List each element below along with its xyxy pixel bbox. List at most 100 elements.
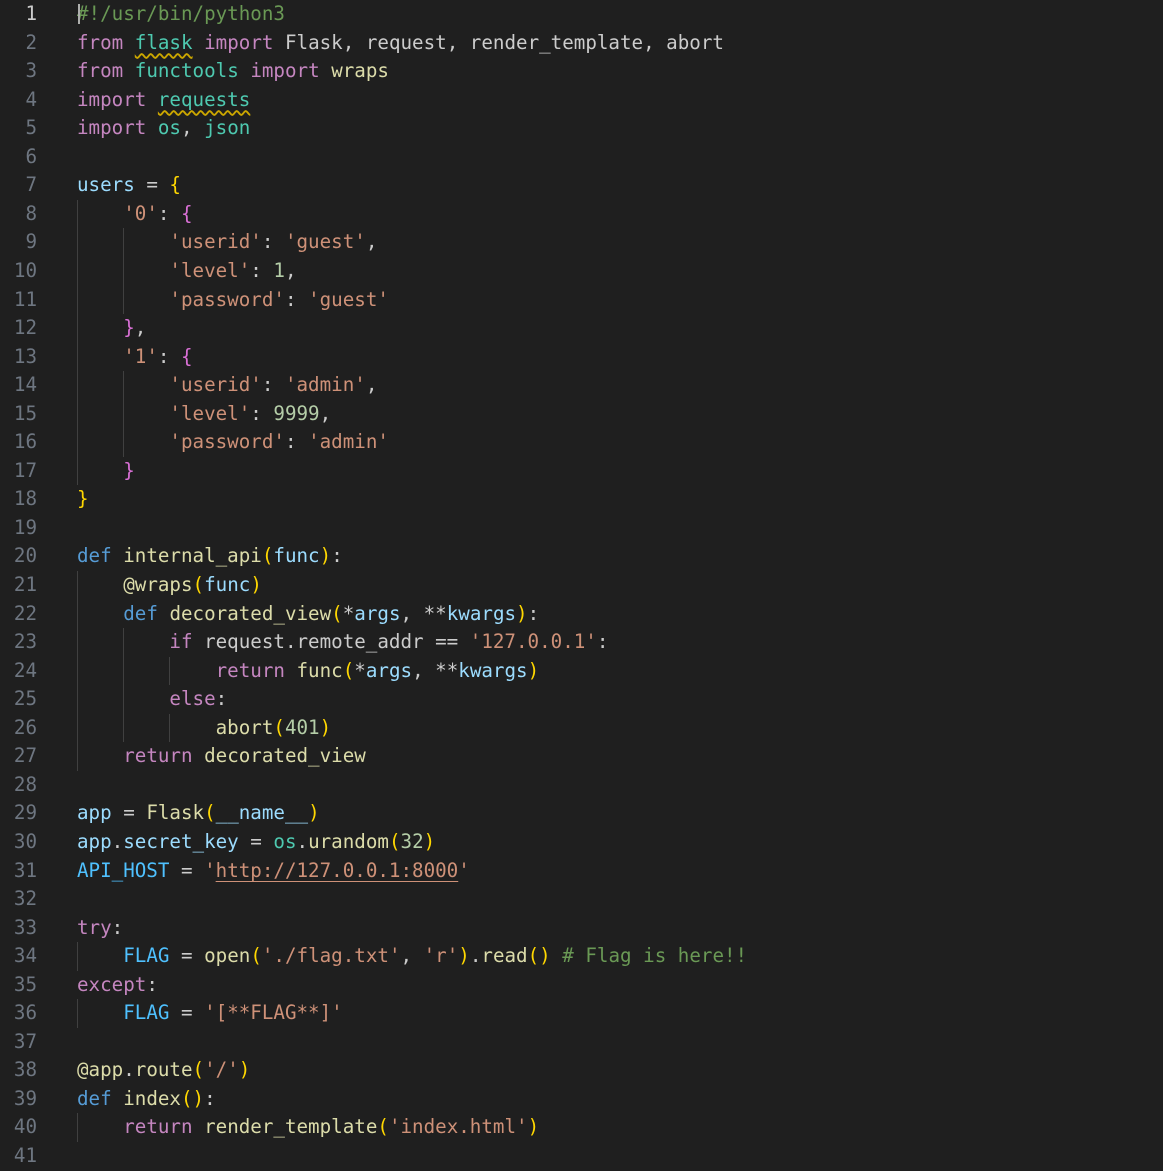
code-line[interactable]: 20 def internal_api(func): [0, 542, 1163, 571]
code-line[interactable]: 35 except: [0, 971, 1163, 1000]
code-line[interactable]: 22 def decorated_view(*args, **kwargs): [0, 600, 1163, 629]
code-token: , [319, 401, 332, 425]
code-line[interactable]: 12 }, [0, 314, 1163, 343]
code-line[interactable]: 19 [0, 514, 1163, 543]
code-line[interactable]: 15 'level': 9999, [0, 400, 1163, 429]
url-link[interactable]: http://127.0.0.1:8000 [216, 859, 459, 882]
code-token: ( [331, 601, 343, 625]
code-token: : [261, 373, 285, 397]
code-token: read [481, 944, 528, 968]
line-number: 40 [13, 1115, 37, 1139]
line-number: 20 [13, 544, 37, 568]
code-token: { [180, 201, 193, 225]
code-token: './flag.txt' [261, 944, 401, 968]
code-line[interactable]: 30 app.secret_key = os.urandom(32) [0, 828, 1163, 857]
text-cursor [78, 4, 80, 24]
code-line[interactable]: 32 [0, 885, 1163, 914]
line-number: 12 [13, 316, 37, 340]
code-text: import requests [77, 86, 250, 115]
code-line[interactable]: 31 API_HOST = 'http://127.0.0.1:8000' [0, 857, 1163, 886]
code-token: ) [250, 573, 262, 596]
code-line[interactable]: 10 'level': 1, [0, 257, 1163, 286]
code-token: app [77, 829, 112, 853]
code-token: ) [319, 544, 332, 568]
line-number: 31 [13, 858, 37, 882]
code-line[interactable]: 25 else: [0, 685, 1163, 714]
code-token: ) [458, 944, 470, 968]
code-line[interactable]: 26 abort(401) [0, 714, 1163, 743]
code-line[interactable]: 36 FLAG = '[**FLAG**]' [0, 999, 1163, 1028]
code-line[interactable]: 7 users = { [0, 171, 1163, 200]
code-token: ' [204, 858, 216, 882]
code-token: 9999 [273, 401, 320, 425]
code-line[interactable]: 23 if request.remote_addr == '127.0.0.1'… [0, 628, 1163, 657]
code-line[interactable]: 13 '1': { [0, 343, 1163, 372]
code-line[interactable]: 24 return func(*args, **kwargs) [0, 657, 1163, 686]
code-token: 'admin' [308, 430, 389, 454]
code-line[interactable]: 29 app = Flask(__name__) [0, 799, 1163, 828]
code-line[interactable]: 41 [0, 1142, 1163, 1171]
code-token: ( [261, 544, 274, 568]
code-line[interactable]: 28 [0, 771, 1163, 800]
code-line[interactable]: 1 #!/usr/bin/python3 [0, 0, 1163, 29]
code-line[interactable]: 34 FLAG = open('./flag.txt', 'r').read()… [0, 942, 1163, 971]
indent-guide [123, 228, 125, 315]
code-token: 'userid' [169, 373, 262, 397]
code-line[interactable]: 9 'userid': 'guest', [0, 228, 1163, 257]
line-number: 21 [13, 573, 37, 596]
code-token: import [204, 30, 274, 54]
code-line[interactable]: 33 try: [0, 914, 1163, 943]
code-token: flask [134, 30, 193, 54]
code-text: API_HOST = 'http://127.0.0.1:8000' [77, 857, 470, 886]
code-line[interactable]: 21 @wraps(func) [0, 571, 1163, 600]
code-text: } [77, 485, 89, 514]
code-line[interactable]: 16 'password': 'admin' [0, 428, 1163, 457]
code-token: . [123, 1058, 135, 1082]
code-line[interactable]: 5 import os, json [0, 114, 1163, 143]
code-line[interactable]: 11 'password': 'guest' [0, 286, 1163, 315]
code-line[interactable]: 8 '0': { [0, 200, 1163, 229]
code-token: * [354, 658, 366, 682]
code-token: * [342, 601, 355, 625]
code-line[interactable]: 17 } [0, 457, 1163, 486]
code-token: route [134, 1058, 193, 1082]
code-token: @wraps [123, 573, 193, 596]
code-line[interactable]: 18} [0, 485, 1163, 514]
code-line[interactable]: 37 [0, 1028, 1163, 1057]
code-token: os [157, 116, 181, 140]
code-token: '0' [123, 201, 158, 225]
code-token: ( [204, 801, 216, 825]
code-token: import [77, 116, 147, 140]
code-text: def internal_api(func): [77, 542, 343, 571]
code-token: FLAG [123, 944, 170, 968]
code-line[interactable]: 40 return render_template('index.html') [0, 1113, 1163, 1142]
code-line[interactable]: 27 return decorated_view [0, 742, 1163, 771]
code-line[interactable]: 38 @app.route('/') [0, 1056, 1163, 1085]
code-line[interactable]: 6 [0, 143, 1163, 172]
code-token: 32 [400, 829, 424, 853]
code-token: # Flag is here!! [562, 944, 748, 968]
code-line[interactable]: 4 import requests [0, 86, 1163, 115]
line-number: 34 [13, 944, 37, 968]
code-token: } [77, 487, 89, 511]
code-line[interactable]: 3 from functools import wraps [0, 57, 1163, 86]
code-line[interactable]: 14 'userid': 'admin', [0, 371, 1163, 400]
code-token: ) [527, 658, 540, 682]
code-token: . [469, 944, 482, 968]
code-text: 'userid': 'guest', [77, 228, 377, 257]
line-number: 28 [13, 772, 37, 796]
code-token: __name__ [215, 801, 309, 825]
code-line[interactable]: 39 def index(): [0, 1085, 1163, 1114]
code-editor[interactable]: 1 #!/usr/bin/python3 2 from flask import Fl… [0, 0, 1163, 1170]
code-token: index [123, 1086, 181, 1110]
code-line[interactable]: 2 from flask import Flask, request, rende… [0, 29, 1163, 58]
code-token: ) [308, 801, 320, 825]
code-text: 'level': 1, [77, 257, 296, 286]
